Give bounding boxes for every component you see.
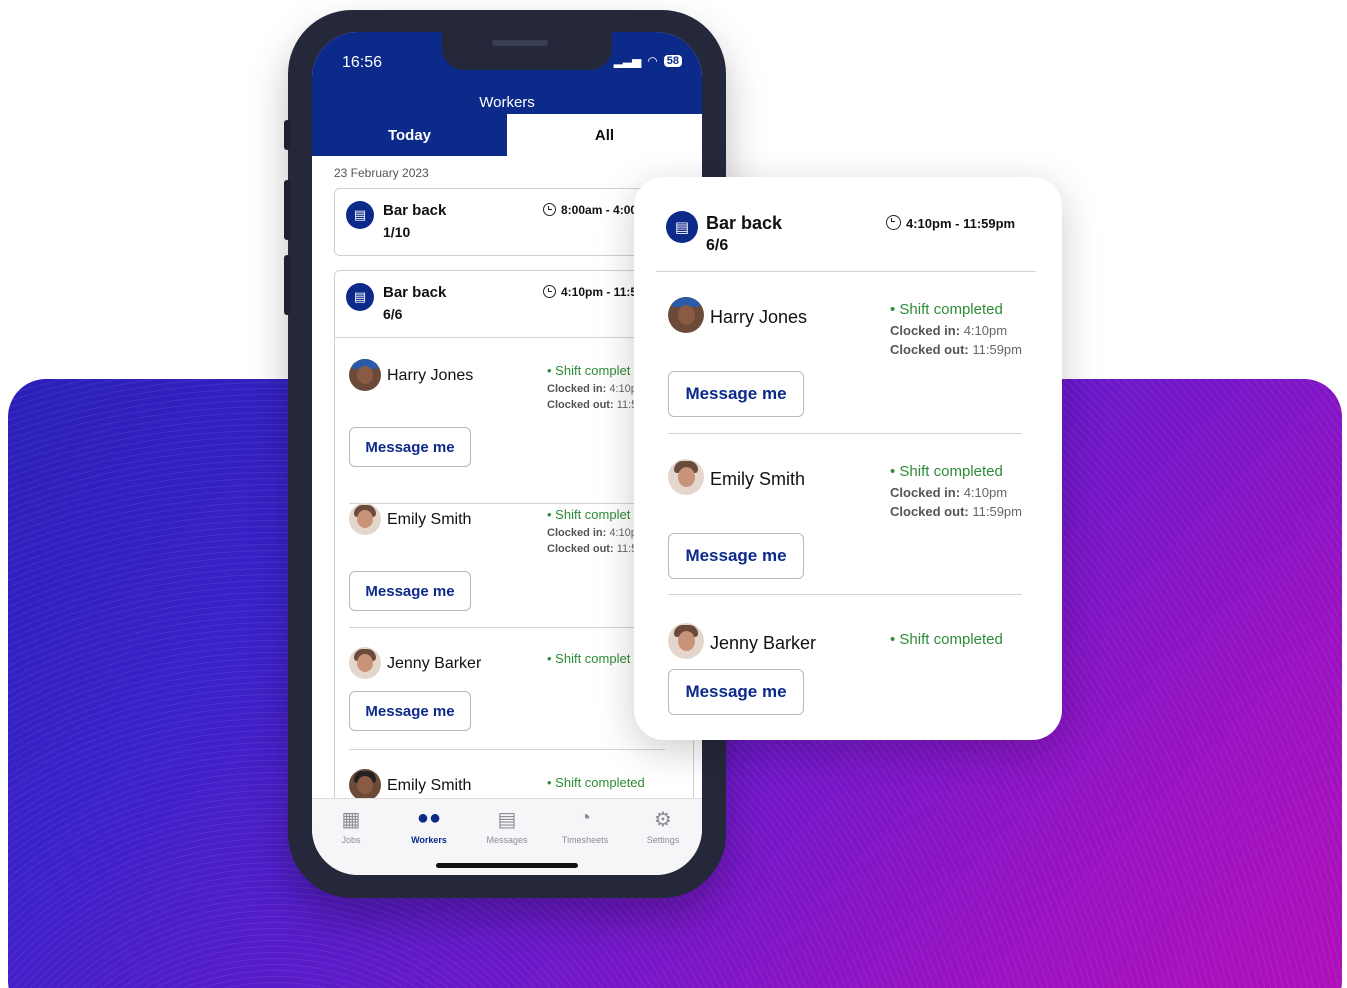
worker-name: Emily Smith xyxy=(387,511,472,528)
avatar xyxy=(349,769,381,801)
nav-jobs[interactable]: ▦ Jobs xyxy=(312,799,390,875)
tab-all[interactable]: All xyxy=(507,114,702,156)
chat-icon: ▤ xyxy=(497,809,517,831)
phone-volume-down-button xyxy=(284,255,290,315)
job-count: 6/6 xyxy=(706,237,729,254)
divider xyxy=(349,627,679,628)
nav-settings[interactable]: ⚙ Settings xyxy=(624,799,702,875)
clocked-in: Clocked in: 4:10pm xyxy=(890,485,1008,500)
clock-icon xyxy=(886,215,901,230)
worker-name: Emily Smith xyxy=(710,469,806,489)
worker-item: Harry Jones • Shift completed Clocked in… xyxy=(668,297,1038,417)
worker-name: Jenny Barker xyxy=(710,633,817,653)
home-indicator xyxy=(436,863,578,868)
job-count: 6/6 xyxy=(383,306,403,322)
clocked-in: Clocked in: 4:10p xyxy=(547,383,637,395)
shift-status: • Shift complet xyxy=(547,363,631,378)
job-count: 1/10 xyxy=(383,224,411,240)
shift-status: • Shift completed xyxy=(547,775,645,790)
clocked-in: Clocked in: 4:10pm xyxy=(890,323,1008,338)
battery-icon: 58 xyxy=(663,55,682,67)
app-header: 16:56 ▂▃▅ ◠ 58 Workers xyxy=(312,32,702,114)
divider xyxy=(668,433,1022,434)
worker-item: Emily Smith • Shift completed Clocked in… xyxy=(668,459,1038,579)
worker-item: Jenny Barker • Shift complet Message me xyxy=(349,647,679,737)
avatar xyxy=(349,503,381,535)
date-heading: 23 February 2023 xyxy=(334,166,429,180)
message-me-button[interactable]: Message me xyxy=(349,691,471,731)
beer-glass-icon: ▤ xyxy=(346,201,374,229)
clocked-out: Clocked out: 11:5 xyxy=(547,543,638,555)
worker-item: Emily Smith • Shift complet Clocked in: … xyxy=(349,503,679,623)
shift-status: • Shift completed xyxy=(890,463,1003,480)
message-me-button[interactable]: Message me xyxy=(349,571,471,611)
message-me-button[interactable]: Message me xyxy=(349,427,471,467)
gear-icon: ⚙ xyxy=(654,809,672,831)
clocked-out: Clocked out: 11:59pm xyxy=(890,504,1022,519)
shift-status: • Shift completed xyxy=(890,631,1003,648)
job-time-text: 4:10pm - 11:5 xyxy=(561,285,638,299)
clock-icon xyxy=(543,285,556,298)
message-me-button[interactable]: Message me xyxy=(668,371,804,417)
status-time: 16:56 xyxy=(342,54,383,71)
worker-name: Jenny Barker xyxy=(387,655,482,672)
divider xyxy=(349,749,665,750)
job-time: 4:10pm - 11:59pm xyxy=(886,215,1015,231)
stopwatch-icon: ◔ xyxy=(578,807,592,829)
job-time: 8:00am - 4:00 xyxy=(543,203,637,217)
speaker xyxy=(492,40,548,46)
avatar xyxy=(349,359,381,391)
message-me-button[interactable]: Message me xyxy=(668,669,804,715)
job-title: Bar back xyxy=(383,202,447,219)
worker-item: Jenny Barker • Shift completed Message m… xyxy=(668,623,1038,723)
wifi-icon: ◠ xyxy=(647,54,658,68)
clocked-in: Clocked in: 4:10p xyxy=(547,527,637,539)
page-title: Workers xyxy=(479,94,535,111)
signal-icon: ▂▃▅ xyxy=(613,54,642,68)
job-time: 4:10pm - 11:5 xyxy=(543,285,637,299)
worker-item: Harry Jones • Shift complet Clocked in: … xyxy=(349,359,679,479)
divider xyxy=(668,594,1022,595)
tab-bar: Today All xyxy=(312,114,702,156)
worker-name: Harry Jones xyxy=(710,307,808,327)
clocked-out: Clocked out: 11:59pm xyxy=(890,342,1022,357)
avatar xyxy=(668,459,704,495)
phone-notch xyxy=(442,32,612,70)
divider xyxy=(656,271,1036,272)
worker-name: Emily Smith xyxy=(387,777,472,794)
status-icons: ▂▃▅ ◠ 58 xyxy=(614,54,682,68)
avatar xyxy=(668,297,704,333)
phone-volume-up-button xyxy=(284,180,290,240)
beer-glass-icon: ▤ xyxy=(346,283,374,311)
avatar xyxy=(668,623,704,659)
job-title: Bar back xyxy=(383,284,447,301)
avatar xyxy=(349,647,381,679)
clock-icon xyxy=(543,203,556,216)
job-title: Bar back xyxy=(706,213,783,233)
calendar-icon: ▦ xyxy=(341,809,361,831)
shift-status: • Shift complet xyxy=(547,507,631,522)
tab-today[interactable]: Today xyxy=(312,114,507,156)
clocked-out: Clocked out: 11:5 xyxy=(547,399,638,411)
job-detail-zoom-card: ▤ Bar back 6/6 4:10pm - 11:59pm Harry Jo… xyxy=(634,177,1062,740)
beer-glass-icon: ▤ xyxy=(666,211,698,243)
people-icon: ●● xyxy=(416,807,442,829)
shift-status: • Shift complet xyxy=(547,651,631,666)
shift-status: • Shift completed xyxy=(890,301,1003,318)
worker-name: Harry Jones xyxy=(387,367,474,384)
message-me-button[interactable]: Message me xyxy=(668,533,804,579)
phone-mute-button xyxy=(284,120,290,150)
job-time-text: 8:00am - 4:00 xyxy=(561,203,638,217)
